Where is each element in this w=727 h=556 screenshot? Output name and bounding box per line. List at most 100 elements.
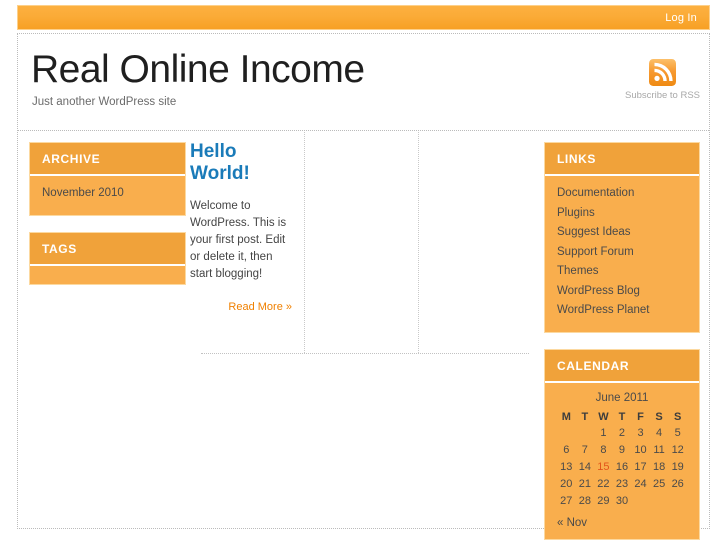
calendar-day-empty — [650, 493, 669, 510]
list-item[interactable]: Plugins — [557, 205, 687, 221]
calendar-day-empty — [668, 493, 687, 510]
calendar-day[interactable]: 22 — [594, 476, 613, 493]
calendar-day[interactable]: 28 — [576, 493, 595, 510]
calendar-day[interactable]: 26 — [668, 476, 687, 493]
list-item[interactable]: Themes — [557, 263, 687, 279]
calendar-day-empty — [576, 425, 595, 442]
archive-link-november-2010[interactable]: November 2010 — [42, 187, 124, 199]
calendar-day[interactable]: 3 — [631, 425, 650, 442]
list-item[interactable]: Suggest Ideas — [557, 224, 687, 240]
link-wordpress-planet[interactable]: WordPress Planet — [557, 304, 649, 316]
read-more-link[interactable]: Read More » — [228, 301, 292, 313]
calendar-day-today[interactable]: 15 — [594, 459, 613, 476]
link-themes[interactable]: Themes — [557, 265, 599, 277]
link-wordpress-blog[interactable]: WordPress Blog — [557, 285, 640, 297]
list-item[interactable]: WordPress Blog — [557, 283, 687, 299]
calendar-table: June 2011 M T W T F S S 1 2 3 4 5 6 7 8 … — [557, 392, 687, 510]
link-support-forum[interactable]: Support Forum — [557, 246, 634, 258]
main-content: ARCHIVE November 2010 TAGS Hello World! … — [18, 131, 709, 540]
widget-tags-title: TAGS — [30, 232, 185, 266]
calendar-day[interactable]: 18 — [650, 459, 669, 476]
calendar-day[interactable]: 20 — [557, 476, 576, 493]
widget-tags-body — [30, 265, 185, 284]
right-sidebar: LINKS Documentation Plugins Suggest Idea… — [544, 142, 700, 556]
widget-calendar-title: CALENDAR — [545, 349, 699, 383]
page-container: Real Online Income Just another WordPres… — [17, 33, 710, 540]
link-documentation[interactable]: Documentation — [557, 187, 634, 199]
list-item[interactable]: Support Forum — [557, 244, 687, 260]
calendar-week-row: 6 7 8 9 10 11 12 — [557, 442, 687, 459]
calendar-day[interactable]: 25 — [650, 476, 669, 493]
calendar-day[interactable]: 4 — [650, 425, 669, 442]
calendar-day[interactable]: 23 — [613, 476, 632, 493]
calendar-day[interactable]: 27 — [557, 493, 576, 510]
weekday-tue: T — [581, 410, 589, 423]
widget-tags: TAGS — [29, 231, 186, 285]
widget-links-title: LINKS — [545, 143, 699, 176]
admin-bar: Log In — [17, 5, 710, 30]
link-suggest-ideas[interactable]: Suggest Ideas — [557, 226, 631, 238]
login-link[interactable]: Log In — [665, 12, 709, 24]
column-divider-1 — [304, 132, 305, 353]
calendar-day[interactable]: 12 — [668, 442, 687, 459]
calendar-week-row: 12345 — [557, 425, 687, 442]
calendar-day[interactable]: 21 — [576, 476, 595, 493]
content-bottom-divider — [201, 353, 529, 354]
calendar-day[interactable]: 8 — [594, 442, 613, 459]
read-more-container: Read More » — [190, 297, 292, 315]
calendar-prev-link[interactable]: « Nov — [557, 517, 587, 529]
weekday-sat: S — [655, 410, 663, 423]
rss-icon — [649, 59, 676, 86]
widget-archive-body: November 2010 — [30, 176, 185, 215]
post-excerpt: Welcome to WordPress. This is your first… — [190, 200, 287, 280]
widget-links: LINKS Documentation Plugins Suggest Idea… — [544, 142, 700, 333]
calendar-nav: « Nov — [557, 517, 687, 529]
post-article: Hello World! Welcome to WordPress. This … — [190, 141, 304, 315]
weekday-fri: F — [637, 410, 644, 423]
weekday-thu: T — [618, 410, 626, 423]
calendar-weekday-row: M T W T F S S — [557, 409, 687, 425]
weekday-sun: S — [674, 410, 682, 423]
calendar-week-row: 27 28 29 30 — [557, 493, 687, 510]
calendar-caption: June 2011 — [595, 391, 649, 404]
calendar-day[interactable]: 2 — [613, 425, 632, 442]
archive-list: November 2010 — [42, 185, 173, 201]
widget-archive-title: ARCHIVE — [30, 143, 185, 176]
calendar-day[interactable]: 1 — [594, 425, 613, 442]
calendar-day[interactable]: 30 — [613, 493, 632, 510]
calendar-day[interactable]: 13 — [557, 459, 576, 476]
calendar-day[interactable]: 10 — [631, 442, 650, 459]
list-item[interactable]: WordPress Planet — [557, 302, 687, 318]
calendar-days: 1 2 3 4 5 6 7 8 9 10 11 12 13 14 15 16 17 18 19 20 21 22 23 24 2… — [557, 425, 687, 510]
calendar-day[interactable]: 24 — [631, 476, 650, 493]
calendar-day-empty — [557, 425, 576, 442]
link-plugins[interactable]: Plugins — [557, 207, 595, 219]
subscribe-rss-link[interactable]: Subscribe to RSS — [625, 59, 700, 101]
calendar-week-row: 13 14 15 16 17 18 19 — [557, 459, 687, 476]
calendar-day[interactable]: 14 — [576, 459, 595, 476]
calendar-day[interactable]: 6 — [557, 442, 576, 459]
calendar-day[interactable]: 29 — [594, 493, 613, 510]
widget-calendar-body: June 2011 M T W T F S S 1 2 3 4 5 6 7 8 … — [545, 382, 699, 539]
rss-label: Subscribe to RSS — [625, 90, 700, 101]
post-title[interactable]: Hello World! — [190, 141, 292, 185]
widget-links-body: Documentation Plugins Suggest Ideas Supp… — [545, 176, 699, 332]
widget-archive: ARCHIVE November 2010 — [29, 142, 186, 216]
calendar-day-empty — [631, 493, 650, 510]
calendar-day[interactable]: 19 — [668, 459, 687, 476]
calendar-day[interactable]: 16 — [613, 459, 632, 476]
list-item[interactable]: November 2010 — [42, 185, 173, 201]
links-list: Documentation Plugins Suggest Ideas Supp… — [557, 185, 687, 318]
widget-calendar: CALENDAR June 2011 M T W T F S S 1 2 3 4… — [544, 348, 700, 540]
site-header: Real Online Income Just another WordPres… — [18, 34, 709, 131]
calendar-day[interactable]: 7 — [576, 442, 595, 459]
calendar-day[interactable]: 11 — [650, 442, 669, 459]
calendar-day[interactable]: 17 — [631, 459, 650, 476]
site-title: Real Online Income — [31, 48, 365, 91]
list-item[interactable]: Documentation — [557, 185, 687, 201]
left-sidebar: ARCHIVE November 2010 TAGS — [29, 142, 186, 301]
weekday-mon: M — [561, 410, 571, 423]
calendar-day[interactable]: 5 — [668, 425, 687, 442]
calendar-day[interactable]: 9 — [613, 442, 632, 459]
calendar-week-row: 20 21 22 23 24 25 26 — [557, 476, 687, 493]
